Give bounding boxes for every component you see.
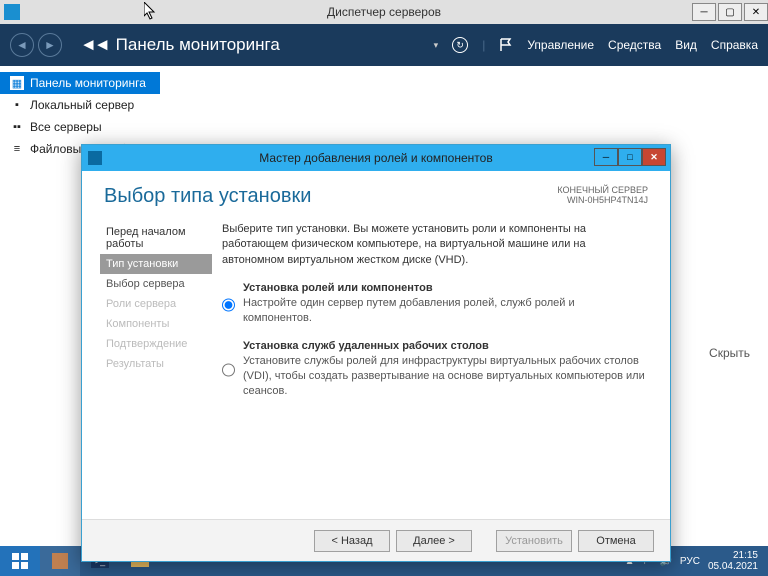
- option-role-based-radio[interactable]: [222, 284, 235, 326]
- option-desc: Настройте один сервер путем добавления р…: [243, 296, 646, 326]
- dropdown-caret-icon[interactable]: ▾: [434, 40, 439, 51]
- minimize-button[interactable]: ─: [692, 3, 716, 21]
- wizard-server-info: КОНЕЧНЫЙ СЕРВЕР WIN-0H5HP4TN14J: [557, 185, 648, 205]
- option-title: Установка ролей или компонентов: [243, 282, 646, 294]
- flag-icon[interactable]: [499, 38, 513, 52]
- pipe-sep: |: [482, 38, 485, 52]
- wizard-step-features: Компоненты: [100, 314, 212, 334]
- menu-view[interactable]: Вид: [675, 38, 697, 52]
- wizard-intro-text: Выберите тип установки. Вы можете устано…: [222, 222, 646, 268]
- wizard-step-confirm: Подтверждение: [100, 334, 212, 354]
- tray-clock[interactable]: 21:15 05.04.2021: [708, 550, 758, 572]
- tray-lang[interactable]: РУС: [680, 556, 700, 567]
- wizard-minimize-button[interactable]: ─: [594, 148, 618, 166]
- main-body: ▦ Панель мониторинга ▪ Локальный сервер …: [0, 66, 768, 546]
- main-titlebar: Диспетчер серверов ─ ▢ ✕: [0, 0, 768, 24]
- wizard-content: Выберите тип установки. Вы можете устано…: [212, 218, 670, 518]
- wizard-step-type[interactable]: Тип установки: [100, 254, 212, 274]
- cancel-button[interactable]: Отмена: [578, 530, 654, 552]
- maximize-button[interactable]: ▢: [718, 3, 742, 21]
- install-button: Установить: [496, 530, 572, 552]
- sidebar-item-local[interactable]: ▪ Локальный сервер: [0, 94, 160, 116]
- next-button[interactable]: Далее >: [396, 530, 472, 552]
- option-title: Установка служб удаленных рабочих столов: [243, 340, 646, 352]
- sidebar-item-label: Все серверы: [30, 120, 102, 134]
- wizard-step-results: Результаты: [100, 354, 212, 374]
- wizard-heading: Выбор типа установки: [104, 185, 311, 208]
- wizard-dialog: Мастер добавления ролей и компонентов ─ …: [81, 144, 671, 562]
- menu-manage[interactable]: Управление: [527, 38, 594, 52]
- wizard-steps: Перед началом работы Тип установки Выбор…: [82, 218, 212, 518]
- dashboard-title: ◄◄ Панель мониторинга: [80, 35, 280, 55]
- option-rds-radio[interactable]: [222, 342, 235, 399]
- sidebar-item-dashboard[interactable]: ▦ Панель мониторинга: [0, 72, 160, 94]
- wizard-maximize-button[interactable]: □: [618, 148, 642, 166]
- wizard-step-roles: Роли сервера: [100, 294, 212, 314]
- option-desc: Установите службы ролей для инфраструкту…: [243, 354, 646, 399]
- wizard-step-before[interactable]: Перед началом работы: [100, 222, 212, 254]
- refresh-icon[interactable]: ↻: [452, 37, 468, 53]
- server-icon: ▪: [10, 98, 24, 112]
- window-title: Диспетчер серверов: [327, 5, 441, 19]
- wizard-icon: [88, 151, 102, 165]
- option-rds[interactable]: Установка служб удаленных рабочих столов…: [222, 340, 646, 399]
- sidebar-item-label: Локальный сервер: [30, 98, 134, 112]
- header-bar: ◄ ► ◄◄ Панель мониторинга ▾ ↻ | Управлен…: [0, 24, 768, 66]
- servers-icon: ▪▪: [10, 120, 24, 134]
- menu-tools[interactable]: Средства: [608, 38, 661, 52]
- sidebar-item-label: Панель мониторинга: [30, 76, 146, 90]
- option-role-based[interactable]: Установка ролей или компонентов Настройт…: [222, 282, 646, 326]
- wizard-footer: < Назад Далее > Установить Отмена: [82, 519, 670, 561]
- close-button[interactable]: ✕: [744, 3, 768, 21]
- app-icon: [4, 4, 20, 20]
- wizard-title: Мастер добавления ролей и компонентов: [259, 151, 492, 165]
- start-button[interactable]: [0, 546, 40, 576]
- nav-back-button[interactable]: ◄: [10, 33, 34, 57]
- wizard-close-button[interactable]: ✕: [642, 148, 666, 166]
- nav-forward-button[interactable]: ►: [38, 33, 62, 57]
- back-button[interactable]: < Назад: [314, 530, 390, 552]
- file-services-icon: ≡: [10, 142, 24, 156]
- wizard-step-server[interactable]: Выбор сервера: [100, 274, 212, 294]
- taskbar-server-manager[interactable]: [40, 546, 80, 576]
- sidebar-item-all[interactable]: ▪▪ Все серверы: [0, 116, 160, 138]
- menu-help[interactable]: Справка: [711, 38, 758, 52]
- wizard-titlebar[interactable]: Мастер добавления ролей и компонентов ─ …: [82, 145, 670, 171]
- hide-link[interactable]: Скрыть: [709, 346, 750, 360]
- dashboard-icon: ▦: [10, 76, 24, 90]
- mouse-cursor-icon: [144, 2, 158, 20]
